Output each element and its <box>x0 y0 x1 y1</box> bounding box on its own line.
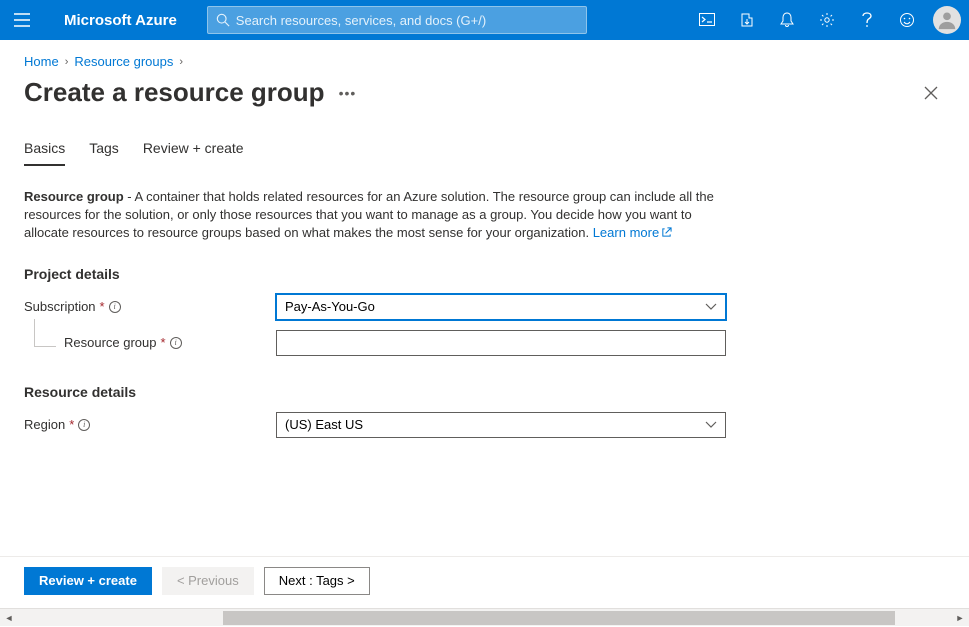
review-create-button[interactable]: Review + create <box>24 567 152 595</box>
tab-review-create[interactable]: Review + create <box>143 140 244 166</box>
footer: Review + create < Previous Next : Tags > <box>0 556 969 604</box>
scroll-track[interactable] <box>18 609 951 627</box>
help-icon[interactable] <box>847 0 887 40</box>
learn-more-link[interactable]: Learn more <box>593 225 672 240</box>
page-title: Create a resource group <box>24 77 325 108</box>
required-icon: * <box>100 299 105 314</box>
resource-details-title: Resource details <box>24 384 945 400</box>
tabs: Basics Tags Review + create <box>24 140 945 166</box>
directories-icon[interactable] <box>727 0 767 40</box>
breadcrumb: Home › Resource groups › <box>24 54 945 69</box>
close-icon[interactable] <box>917 79 945 107</box>
feedback-icon[interactable] <box>887 0 927 40</box>
search-input[interactable] <box>236 13 578 28</box>
brand-label: Microsoft Azure <box>64 12 177 29</box>
top-bar: Microsoft Azure <box>0 0 969 40</box>
chevron-down-icon <box>705 417 717 432</box>
required-icon: * <box>69 417 74 432</box>
menu-icon[interactable] <box>8 6 36 34</box>
cloud-shell-icon[interactable] <box>687 0 727 40</box>
resource-group-row: Resource group * i <box>24 330 945 356</box>
tab-basics[interactable]: Basics <box>24 140 65 166</box>
horizontal-scrollbar[interactable]: ◄ ► <box>0 608 969 626</box>
external-link-icon <box>661 225 672 243</box>
chevron-down-icon <box>705 299 717 314</box>
required-icon: * <box>161 335 166 350</box>
scroll-right-icon[interactable]: ► <box>951 609 969 627</box>
content-area: Home › Resource groups › Create a resour… <box>0 40 969 560</box>
tree-connector-icon <box>34 319 56 347</box>
notifications-icon[interactable] <box>767 0 807 40</box>
region-select[interactable]: (US) East US <box>276 412 726 438</box>
region-value: (US) East US <box>285 417 363 432</box>
avatar[interactable] <box>933 6 961 34</box>
description: Resource group - A container that holds … <box>24 188 724 244</box>
page-header: Create a resource group ••• <box>24 77 945 108</box>
more-actions-icon[interactable]: ••• <box>339 85 357 101</box>
info-icon[interactable]: i <box>78 419 90 431</box>
region-row: Region * i (US) East US <box>24 412 945 438</box>
breadcrumb-home[interactable]: Home <box>24 54 59 69</box>
breadcrumb-resource-groups[interactable]: Resource groups <box>74 54 173 69</box>
description-bold: Resource group <box>24 189 124 204</box>
topbar-icons <box>687 0 961 40</box>
subscription-row: Subscription * i Pay-As-You-Go <box>24 294 945 320</box>
scroll-left-icon[interactable]: ◄ <box>0 609 18 627</box>
tab-tags[interactable]: Tags <box>89 140 119 166</box>
subscription-label: Subscription * i <box>24 299 276 314</box>
previous-button: < Previous <box>162 567 254 595</box>
next-button[interactable]: Next : Tags > <box>264 567 370 595</box>
subscription-value: Pay-As-You-Go <box>285 299 375 314</box>
scroll-thumb[interactable] <box>223 611 895 625</box>
info-icon[interactable]: i <box>170 337 182 349</box>
project-details-title: Project details <box>24 266 945 282</box>
settings-icon[interactable] <box>807 0 847 40</box>
resource-group-input[interactable] <box>276 330 726 356</box>
resource-group-label: Resource group * i <box>24 335 276 350</box>
info-icon[interactable]: i <box>109 301 121 313</box>
chevron-right-icon: › <box>65 56 69 68</box>
region-label: Region * i <box>24 417 276 432</box>
search-box[interactable] <box>207 6 587 34</box>
subscription-select[interactable]: Pay-As-You-Go <box>276 294 726 320</box>
chevron-right-icon: › <box>179 56 183 68</box>
